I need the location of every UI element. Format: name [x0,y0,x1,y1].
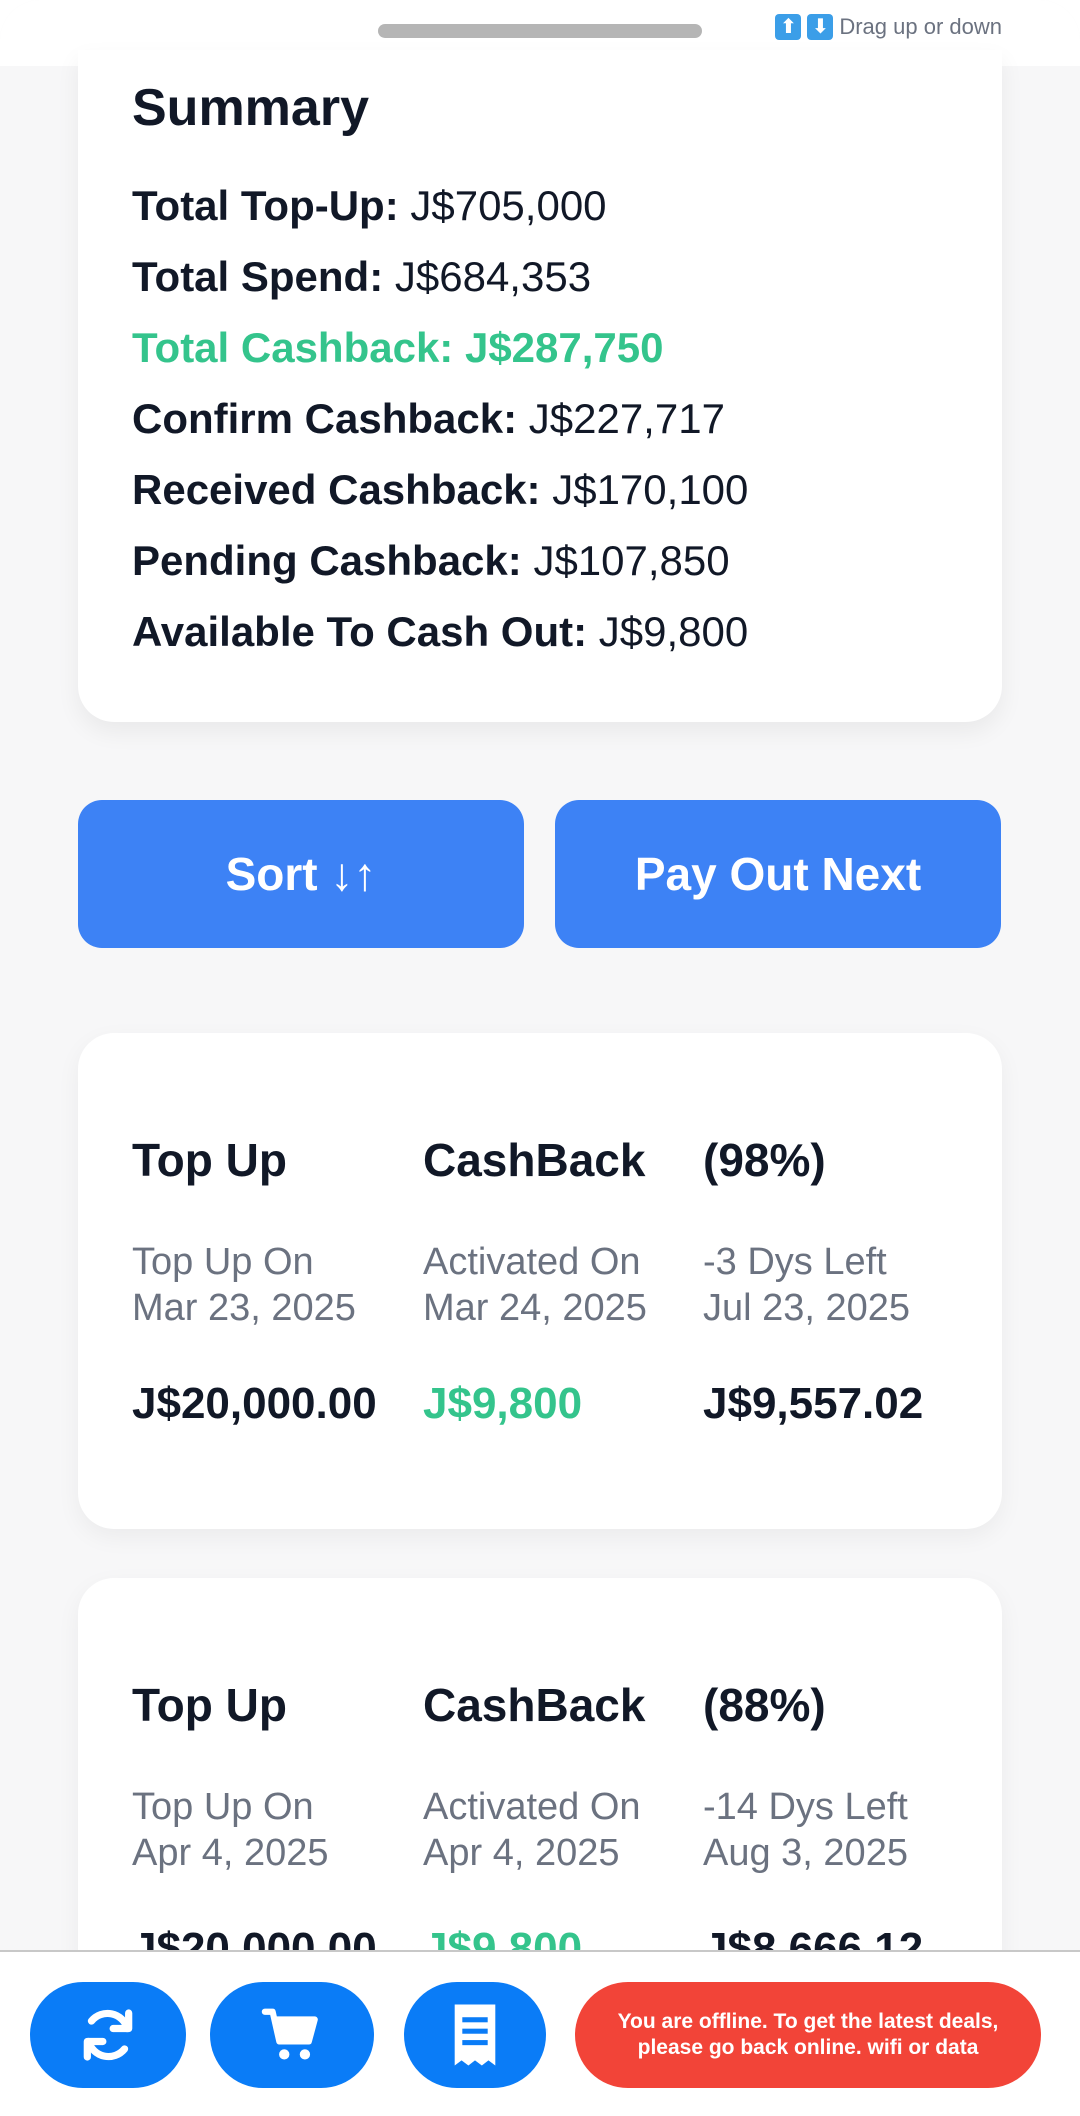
summary-value: J$684,353 [394,253,592,300]
summary-label: Total Cashback: [132,324,454,371]
cart-icon [261,2008,318,2060]
deal-head-percent: (88%) [703,1679,826,1731]
refresh-button[interactable] [30,1982,186,2088]
deal-head-topup: Top Up [132,1679,287,1731]
summary-value: J$705,000 [410,182,607,229]
drag-hint: ⬆ ⬇ Drag up or down [775,12,1002,42]
summary-label: Confirm Cashback: [132,395,518,442]
deal-topup-date-value: Apr 4, 2025 [132,1832,329,1874]
deal-activated-date-value: Apr 4, 2025 [423,1832,620,1874]
summary-total-topup: Total Top-Up: J$705,000 [132,170,748,241]
drag-hint-text: Drag up or down [839,14,1002,39]
summary-value: J$9,800 [598,608,749,655]
summary-label: Total Top-Up: [132,182,399,229]
deal-head-cashback: CashBack [423,1679,646,1731]
arrow-up-icon: ⬆ [775,14,802,40]
deal-days-left: -3 Dys Left Jul 23, 2025 [703,1239,910,1331]
deal-expiry-date-value: Jul 23, 2025 [703,1287,911,1329]
summary-label: Available To Cash Out: [132,608,588,655]
summary-pending-cashback: Pending Cashback: J$107,850 [132,525,748,596]
deal-activated-date-value: Mar 24, 2025 [423,1287,647,1329]
receipt-icon [454,2004,496,2066]
summary-total-cashback: Total Cashback: J$287,750 [132,312,748,383]
summary-value: J$107,850 [533,537,730,584]
deal-topup-date: Top Up On Mar 23, 2025 [132,1239,356,1331]
deal-head-cashback: CashBack [423,1134,646,1186]
deal-head-topup: Top Up [132,1134,287,1186]
summary-value: J$227,717 [528,395,725,442]
deal-days-left-label: -14 Dys Left [703,1786,908,1828]
sort-button[interactable]: Sort ↓↑ [78,800,524,948]
summary-value: J$287,750 [464,324,664,371]
summary-available-cashout: Available To Cash Out: J$9,800 [132,596,748,667]
arrow-down-icon: ⬇ [807,14,834,40]
offline-banner: You are offline. To get the latest deals… [575,1982,1041,2088]
deal-activated-label: Activated On [423,1786,641,1828]
receipt-button[interactable] [404,1982,546,2088]
deal-days-left-label: -3 Dys Left [703,1241,887,1283]
drag-handle[interactable] [378,24,702,38]
deal-topup-date-value: Mar 23, 2025 [132,1287,356,1329]
deal-activated-label: Activated On [423,1241,641,1283]
deal-head-percent: (98%) [703,1134,826,1186]
summary-value: J$170,100 [552,466,749,513]
summary-title: Summary [132,79,369,137]
deal-days-left: -14 Dys Left Aug 3, 2025 [703,1784,908,1876]
pay-out-next-button[interactable]: Pay Out Next [555,800,1001,948]
deal-topup-label: Top Up On [132,1786,314,1828]
deal-card[interactable]: Top Up CashBack (98%) Top Up On Mar 23, … [78,1033,1002,1529]
summary-received-cashback: Received Cashback: J$170,100 [132,454,748,525]
deal-activated-date: Activated On Mar 24, 2025 [423,1239,647,1331]
deal-topup-date: Top Up On Apr 4, 2025 [132,1784,328,1876]
summary-label: Received Cashback: [132,466,541,513]
summary-card: Summary Total Top-Up: J$705,000 Total Sp… [78,50,1002,722]
summary-list: Total Top-Up: J$705,000 Total Spend: J$6… [132,170,748,667]
bottom-bar: You are offline. To get the latest deals… [0,1950,1080,2116]
deal-activated-date: Activated On Apr 4, 2025 [423,1784,641,1876]
cart-button[interactable] [210,1982,374,2088]
summary-label: Pending Cashback: [132,537,522,584]
deal-remaining-amount: J$9,557.02 [703,1379,924,1428]
deal-topup-amount: J$20,000.00 [132,1379,377,1428]
summary-label: Total Spend: [132,253,384,300]
deal-cashback-amount: J$9,800 [423,1379,583,1428]
summary-confirm-cashback: Confirm Cashback: J$227,717 [132,383,748,454]
summary-total-spend: Total Spend: J$684,353 [132,241,748,312]
bottom-sheet: ⬆ ⬇ Drag up or down Summary Total Top-Up… [0,0,1080,2116]
deal-expiry-date-value: Aug 3, 2025 [703,1832,908,1874]
deal-topup-label: Top Up On [132,1241,314,1283]
refresh-icon [83,2009,133,2061]
